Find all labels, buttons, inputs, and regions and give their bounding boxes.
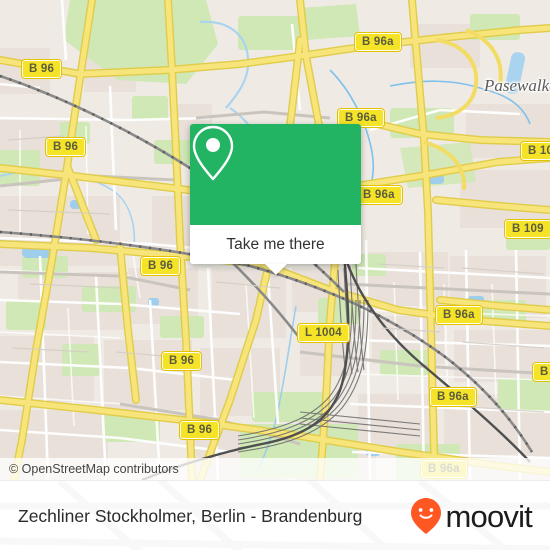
popup-action-bar[interactable]: Take me there (190, 225, 361, 275)
road-shield[interactable]: B 109 (520, 141, 550, 161)
road-shield[interactable]: B 96a (354, 32, 402, 52)
brand-wordmark: moovit (445, 498, 532, 534)
road-shield[interactable]: B 109 (504, 219, 550, 239)
moovit-map-screenshot: B 96a B 96 B 96a B 96 B 109 B 96a B 109 … (0, 0, 550, 550)
moovit-smiley-pin-icon (411, 498, 442, 534)
popup-icon-panel (190, 124, 361, 225)
road-shield[interactable]: B 96a (429, 387, 477, 407)
footer-bar: Zechliner Stockholmer, Berlin - Brandenb… (0, 480, 550, 550)
road-shield[interactable]: B 96 (178, 420, 221, 440)
map-canvas[interactable]: B 96a B 96 B 96a B 96 B 109 B 96a B 109 … (0, 0, 550, 480)
place-label-pasewalker: Pasewalker (484, 76, 550, 95)
road-shield[interactable]: B 96 (139, 256, 182, 276)
osm-attribution-text[interactable]: © OpenStreetMap contributors (0, 462, 179, 476)
road-shield[interactable]: B 10 (531, 362, 550, 382)
take-me-there-button[interactable]: Take me there (226, 236, 324, 254)
road-shield[interactable]: B 96 (20, 59, 63, 79)
road-shield[interactable]: B 96a (435, 305, 483, 325)
popup-pointer-tail (264, 264, 287, 275)
road-shield[interactable]: B 96 (160, 351, 203, 371)
moovit-logo[interactable]: moovit (410, 497, 533, 535)
location-popup-card[interactable]: Take me there (190, 124, 361, 275)
road-shield[interactable]: B 96a (355, 185, 403, 205)
road-shield[interactable]: B 96 (44, 137, 87, 157)
page-title: Zechliner Stockholmer, Berlin - Brandenb… (18, 505, 363, 526)
map-pin-icon (192, 125, 234, 181)
attribution-bar: © OpenStreetMap contributors (0, 458, 550, 480)
road-shield[interactable]: L 1004 (297, 323, 350, 343)
